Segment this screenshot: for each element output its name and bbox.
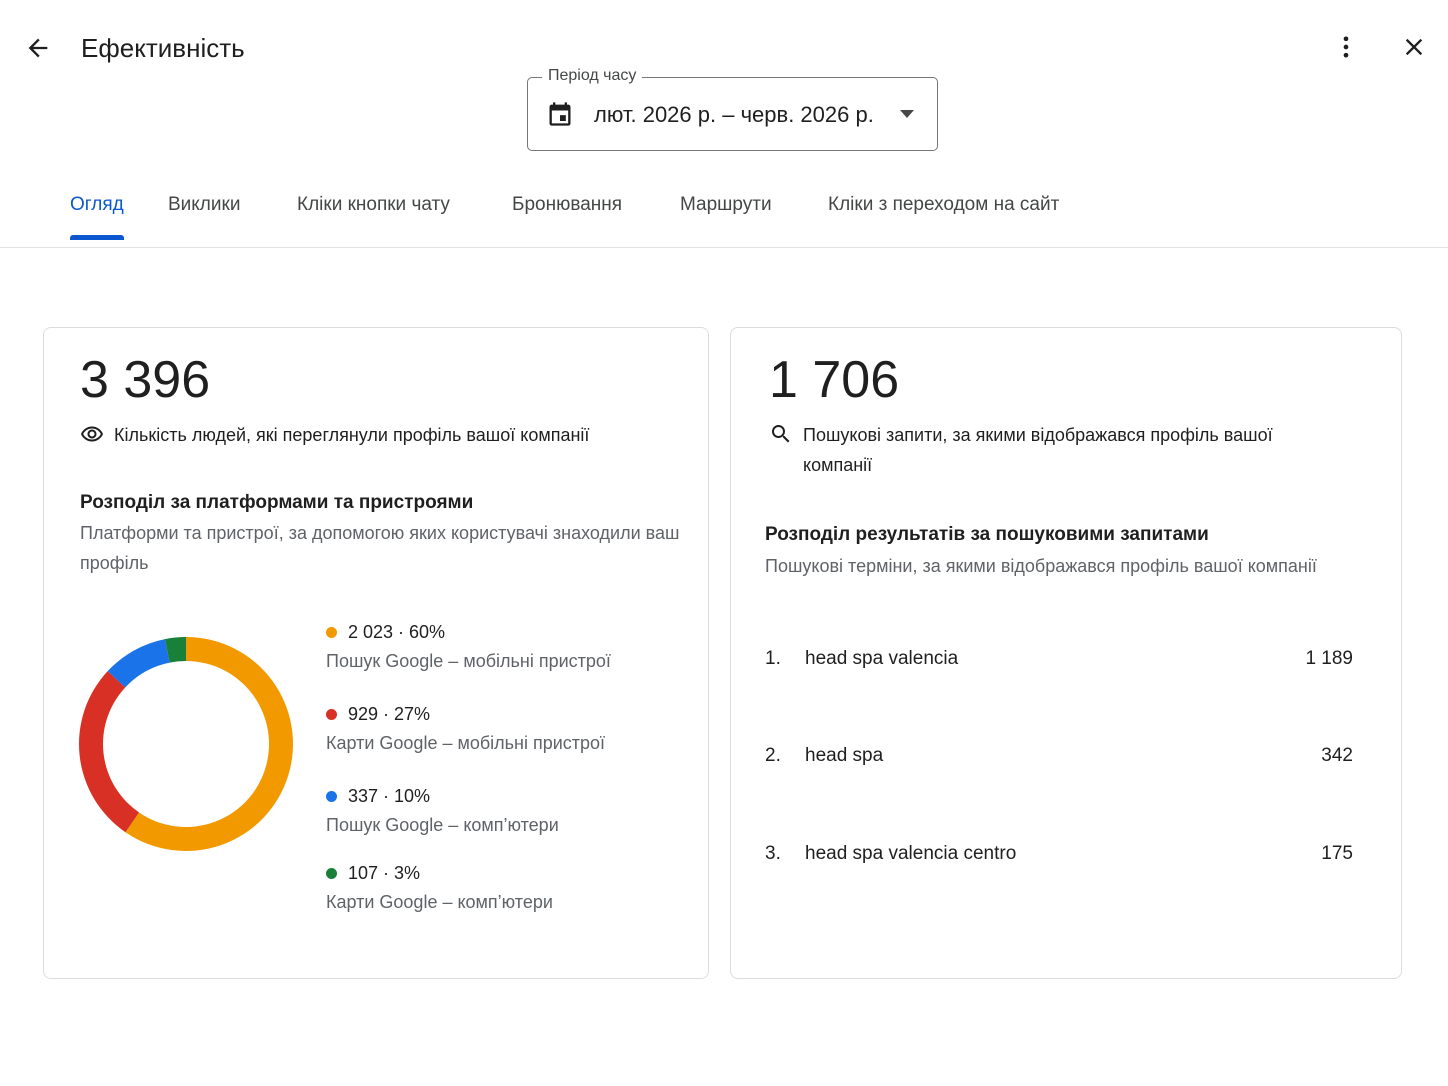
legend-dot xyxy=(326,708,337,720)
query-term: head spa xyxy=(805,745,884,766)
eye-icon xyxy=(81,426,103,442)
tab-website-clicks[interactable]: Кліки з переходом на сайт xyxy=(828,192,1059,218)
tab-calls[interactable]: Виклики xyxy=(168,192,240,218)
more-options-button[interactable] xyxy=(1328,29,1364,65)
search-metric: Пошукові запити, за якими відображався п… xyxy=(769,420,1309,480)
legend-item: 929 · 27% Карти Google – мобільні пристр… xyxy=(326,700,686,758)
legend-item: 2 023 · 60% Пошук Google – мобільні прис… xyxy=(326,618,686,676)
donut-slice-2 xyxy=(79,671,140,833)
profile-views-card: 3 396 Кількість людей, які переглянули п… xyxy=(43,327,709,979)
views-metric-label: Кількість людей, які переглянули профіль… xyxy=(114,425,590,445)
tab-overview[interactable]: Огляд xyxy=(70,192,124,218)
legend-value: 2 023 · 60% xyxy=(348,622,446,642)
tab-directions[interactable]: Маршрути xyxy=(680,192,772,218)
arrow-drop-down-icon xyxy=(900,110,914,118)
active-tab-indicator xyxy=(70,235,124,240)
platform-section-title: Розподіл за платформами та пристроями xyxy=(80,492,474,513)
donut-slice-1 xyxy=(125,637,293,851)
query-count: 342 xyxy=(1321,745,1353,766)
tab-chat-clicks[interactable]: Кліки кнопки чату xyxy=(297,192,450,218)
query-row: 3. head spa valencia centro 175 xyxy=(765,839,1353,869)
page-header: Ефективність Період часу лют. 2026 р. – … xyxy=(0,0,1448,248)
legend-item: 107 · 3% Карти Google – комп’ютери xyxy=(326,859,686,917)
search-metric-label: Пошукові запити, за якими відображався п… xyxy=(803,425,1273,475)
arrow-back-icon xyxy=(28,38,48,58)
search-total: 1 706 xyxy=(769,351,900,409)
query-term: head spa valencia centro xyxy=(805,843,1017,864)
views-metric: Кількість людей, які переглянули профіль… xyxy=(80,420,680,450)
calendar-icon xyxy=(549,102,571,126)
legend-dot xyxy=(326,626,337,638)
legend-dot xyxy=(326,867,337,879)
query-row: 2. head spa 342 xyxy=(765,741,1353,771)
queries-section-subtitle: Пошукові терміни, за якими відображався … xyxy=(765,556,1317,576)
legend-item: 337 · 10% Пошук Google – комп’ютери xyxy=(326,782,686,840)
query-rank: 2. xyxy=(765,745,781,766)
queries-section-title: Розподіл результатів за пошуковими запит… xyxy=(765,524,1209,545)
legend-label: Пошук Google – комп’ютери xyxy=(326,815,559,835)
tab-bar: Огляд Виклики Кліки кнопки чату Бронюван… xyxy=(0,182,1448,248)
query-rank: 3. xyxy=(765,843,781,864)
views-total: 3 396 xyxy=(80,351,211,409)
legend-label: Карти Google – мобільні пристрої xyxy=(326,733,606,753)
query-row: 1. head spa valencia 1 189 xyxy=(765,644,1353,674)
legend-value: 337 · 10% xyxy=(348,786,431,806)
query-count: 1 189 xyxy=(1305,648,1353,669)
query-count: 175 xyxy=(1321,843,1353,864)
legend-value: 929 · 27% xyxy=(348,704,431,724)
more-vert-icon xyxy=(1343,36,1349,58)
period-value: лют. 2026 р. – черв. 2026 р. xyxy=(594,102,874,127)
close-button[interactable] xyxy=(1396,29,1432,65)
legend-label: Пошук Google – мобільні пристрої xyxy=(326,651,611,671)
platform-section-subtitle: Платформи та пристрої, за допомогою яких… xyxy=(80,523,680,573)
search-icon xyxy=(772,425,790,443)
period-label: Період часу xyxy=(542,66,643,86)
tab-bookings[interactable]: Бронювання xyxy=(512,192,622,218)
period-select[interactable]: Період часу лют. 2026 р. – черв. 2026 р. xyxy=(527,66,938,151)
legend-dot xyxy=(326,790,337,802)
back-button[interactable] xyxy=(20,30,56,66)
close-icon xyxy=(1405,38,1423,56)
platform-donut-chart xyxy=(79,637,293,851)
search-queries-card: 1 706 Пошукові запити, за якими відображ… xyxy=(730,327,1402,979)
legend-value: 107 · 3% xyxy=(348,863,421,883)
query-term: head spa valencia xyxy=(805,648,959,669)
legend-label: Карти Google – комп’ютери xyxy=(326,892,553,912)
query-rank: 1. xyxy=(765,648,781,669)
page-title: Ефективність xyxy=(81,33,245,63)
